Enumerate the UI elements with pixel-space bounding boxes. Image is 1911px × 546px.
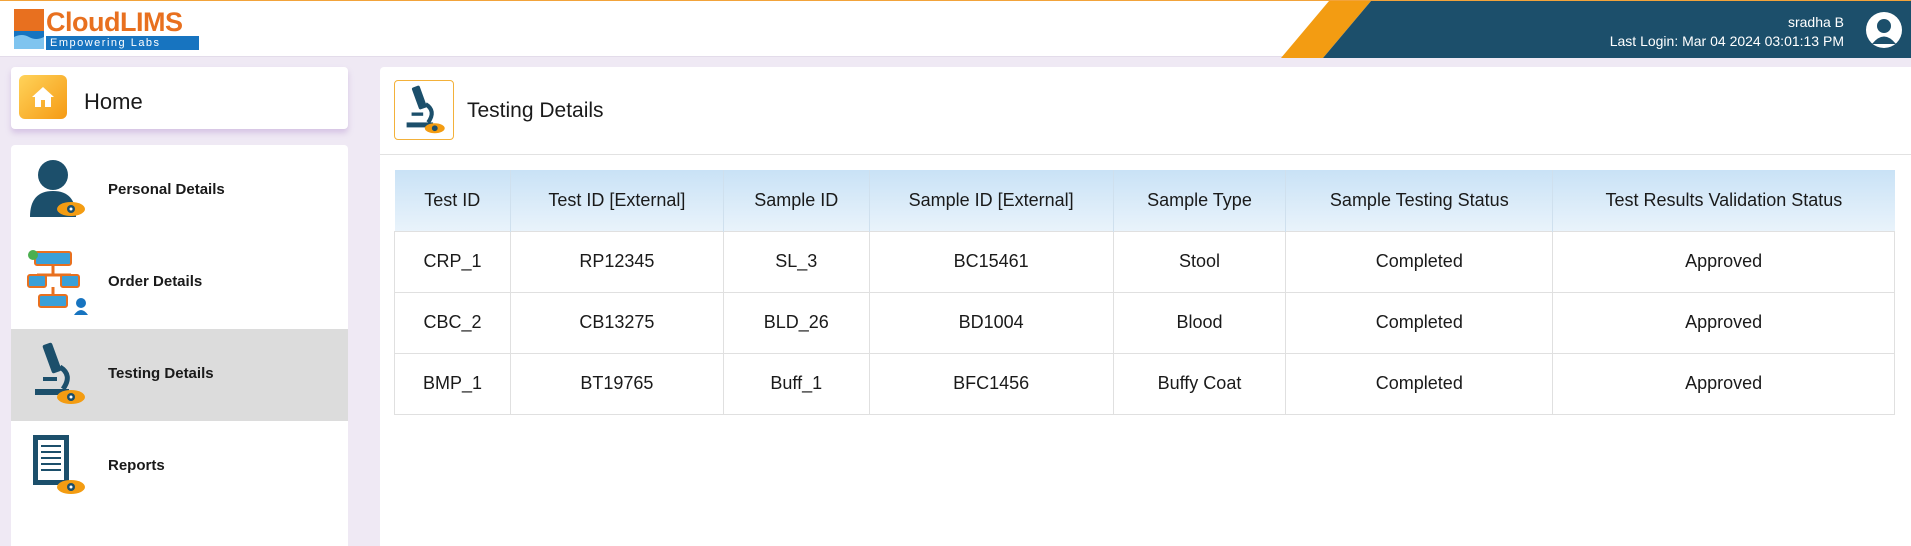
home-card[interactable]: Home — [11, 67, 348, 129]
cell-validation-status: Approved — [1552, 291, 1895, 354]
sidebar-item-label: Order Details — [108, 273, 203, 290]
cell-test-id-external: CB13275 — [509, 291, 724, 354]
main-panel: Testing Details Test ID Test ID [Externa… — [380, 67, 1911, 546]
logo-name: CloudLIMS — [46, 7, 183, 37]
cell-sample-id-external: BC15461 — [868, 230, 1114, 293]
cloudlims-logo[interactable]: CloudLIMS Empowering Labs — [14, 7, 199, 51]
user-info: sradha B Last Login: Mar 04 2024 03:01:1… — [1610, 13, 1844, 51]
cell-sample-type: Blood — [1112, 291, 1287, 354]
table-row[interactable]: CRP_1 RP12345 SL_3 BC15461 Stool Complet… — [394, 230, 1895, 293]
cell-validation-status: Approved — [1552, 230, 1895, 293]
cell-test-id: BMP_1 — [394, 352, 511, 415]
cell-test-id-external: RP12345 — [509, 230, 724, 293]
column-header[interactable]: Sample Type — [1113, 170, 1287, 231]
home-icon — [19, 75, 67, 119]
cell-sample-id: Buff_1 — [722, 352, 870, 415]
sidebar-item-label: Reports — [108, 457, 165, 474]
last-login: Last Login: Mar 04 2024 03:01:13 PM — [1609, 33, 1844, 49]
cell-sample-type: Stool — [1112, 230, 1287, 293]
microscope-icon — [394, 80, 454, 140]
table-row[interactable]: BMP_1 BT19765 Buff_1 BFC1456 Buffy Coat … — [394, 352, 1895, 415]
column-header[interactable]: Sample Testing Status — [1285, 170, 1554, 231]
table-header-row: Test ID Test ID [External] Sample ID Sam… — [394, 170, 1895, 231]
cell-testing-status: Completed — [1285, 291, 1554, 354]
cell-sample-id: SL_3 — [722, 230, 870, 293]
cell-sample-type: Buffy Coat — [1112, 352, 1287, 415]
microscope-icon — [35, 342, 85, 404]
user-name: sradha B — [1787, 14, 1844, 30]
column-header[interactable]: Sample ID [External] — [869, 170, 1114, 231]
cell-test-id: CBC_2 — [394, 291, 511, 354]
testing-details-table: Test ID Test ID [External] Sample ID Sam… — [394, 170, 1895, 415]
column-header[interactable]: Test Results Validation Status — [1552, 170, 1895, 231]
sidebar-item-reports[interactable]: Reports — [11, 421, 348, 513]
sidebar-item-label: Personal Details — [108, 181, 225, 198]
sidebar-item-testing-details[interactable]: Testing Details — [11, 329, 348, 421]
home-label: Home — [84, 89, 143, 114]
sidebar-item-order-details[interactable]: Order Details — [11, 237, 348, 329]
cell-test-id-external: BT19765 — [509, 352, 724, 415]
cell-testing-status: Completed — [1285, 230, 1554, 293]
column-header[interactable]: Sample ID — [723, 170, 870, 231]
cell-sample-id: BLD_26 — [722, 291, 870, 354]
cell-test-id: CRP_1 — [394, 230, 511, 293]
cell-validation-status: Approved — [1552, 352, 1895, 415]
main-header: Testing Details — [380, 67, 1911, 155]
column-header[interactable]: Test ID — [394, 170, 511, 231]
report-document-icon — [33, 435, 85, 494]
person-icon — [30, 160, 85, 217]
sidebar-item-label: Testing Details — [108, 365, 214, 382]
logo-tagline: Empowering Labs — [46, 36, 199, 50]
logo-mark-icon — [14, 9, 44, 49]
top-header: CloudLIMS Empowering Labs sradha B Last … — [0, 0, 1911, 58]
sidebar-nav: Personal Details Order Details Testing D… — [11, 145, 348, 546]
sidebar-item-personal-details[interactable]: Personal Details — [11, 145, 348, 237]
cell-testing-status: Completed — [1285, 352, 1554, 415]
cell-sample-id-external: BFC1456 — [868, 352, 1114, 415]
workflow-icon — [27, 250, 88, 315]
page-title: Testing Details — [467, 99, 604, 122]
cell-sample-id-external: BD1004 — [868, 291, 1114, 354]
column-header[interactable]: Test ID [External] — [510, 170, 724, 231]
table-row[interactable]: CBC_2 CB13275 BLD_26 BD1004 Blood Comple… — [394, 291, 1895, 354]
user-avatar-icon[interactable] — [1865, 11, 1903, 49]
